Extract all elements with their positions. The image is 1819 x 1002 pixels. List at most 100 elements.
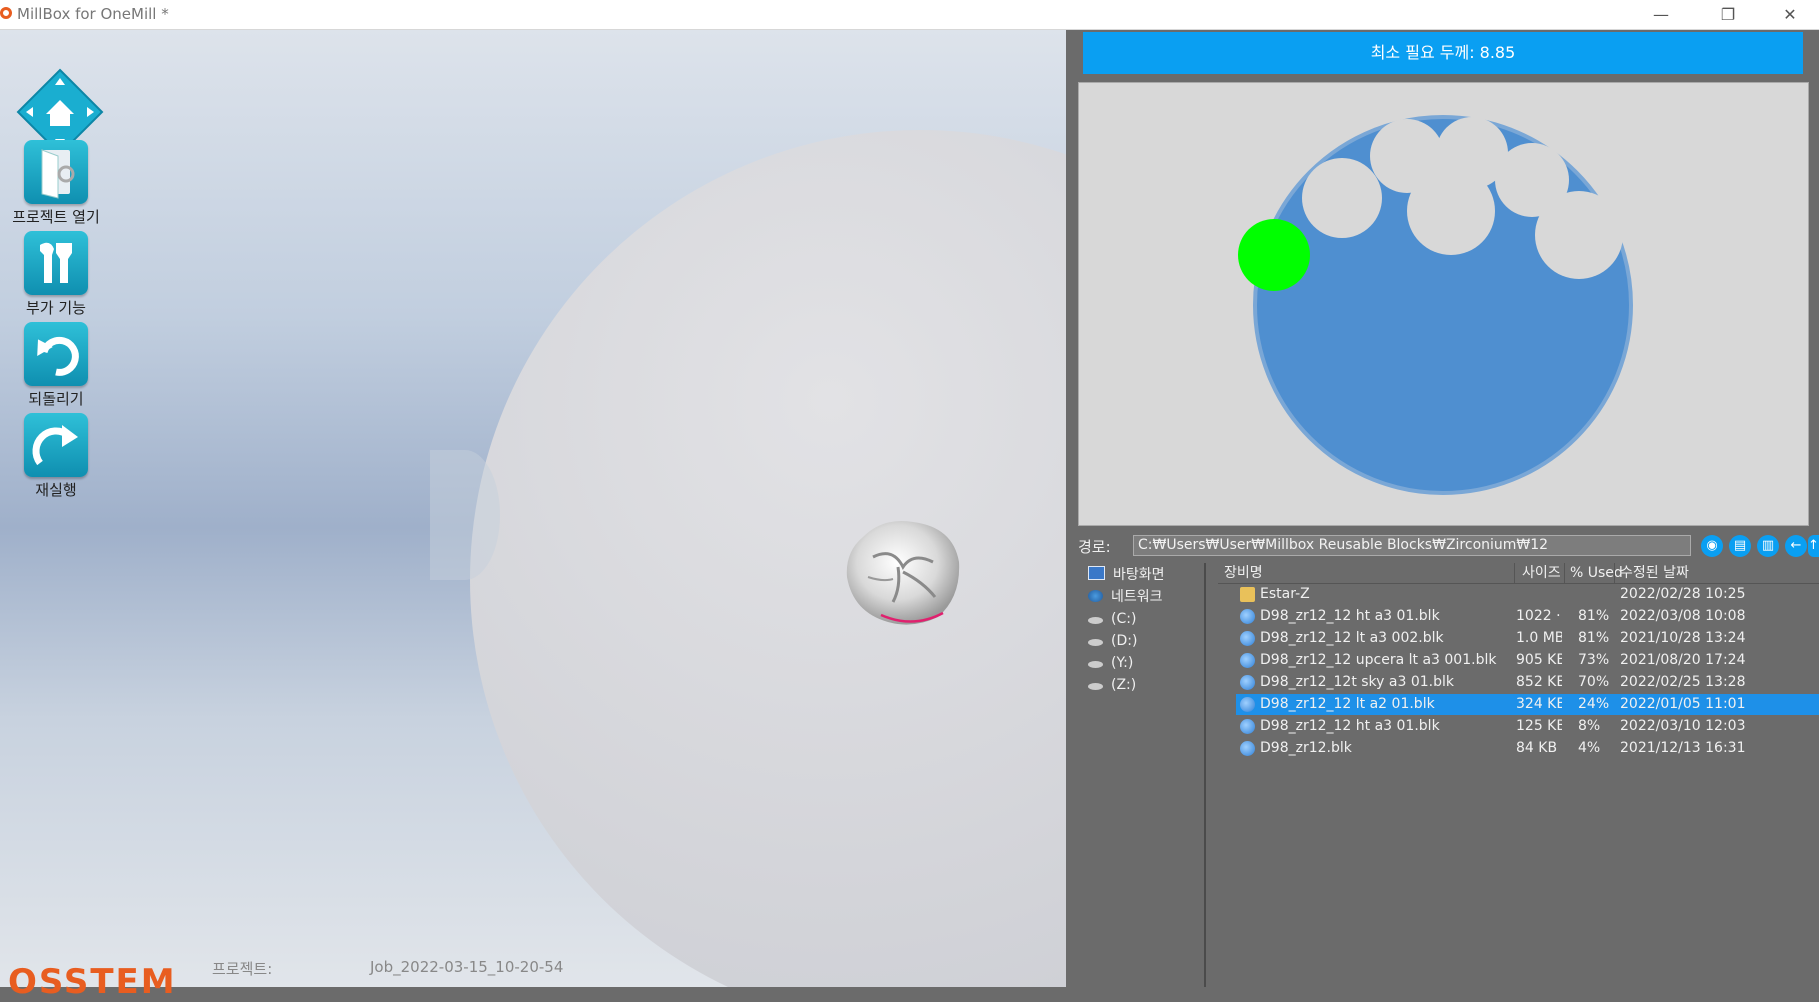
print-button[interactable]: ▤ — [1729, 535, 1751, 557]
desktop-icon — [1088, 566, 1105, 580]
open-project-label: 프로젝트 열기 — [6, 206, 106, 227]
up-button[interactable]: ↑ — [1808, 535, 1819, 557]
block-file-icon — [1240, 741, 1255, 756]
column-name[interactable]: 장비명 — [1224, 563, 1263, 583]
file-used: 81% — [1578, 606, 1609, 627]
file-name: D98_zr12_12 lt a2 01.blk — [1260, 694, 1435, 715]
delete-button[interactable]: ▥ — [1757, 535, 1779, 557]
block-preview[interactable] — [1078, 82, 1809, 526]
file-row[interactable]: Estar-Z2022/02/28 10:25 — [1236, 584, 1819, 605]
file-list-header: 장비명 사이즈 % Used 수정된 날짜 — [1218, 563, 1819, 584]
title-bar: MillBox for OneMill * — ❐ ✕ — [0, 0, 1819, 30]
file-used: 73% — [1578, 650, 1609, 671]
file-list: 장비명 사이즈 % Used 수정된 날짜 Estar-Z2022/02/28 … — [1218, 563, 1819, 987]
file-row-selected[interactable]: D98_zr12_12 lt a2 01.blk 324 KB 24% 2022/01… — [1236, 694, 1819, 715]
file-row[interactable]: D98_zr12_12 ht a3 01.blk 1022 ··· 81% 2022/… — [1236, 606, 1819, 627]
column-divider — [1514, 563, 1515, 583]
open-project-icon — [24, 140, 88, 204]
undo-icon — [24, 322, 88, 386]
undo-label: 되돌리기 — [6, 388, 106, 409]
minimize-button[interactable]: — — [1633, 0, 1689, 29]
file-size: 905 KB — [1516, 650, 1562, 671]
column-size[interactable]: 사이즈 — [1522, 563, 1561, 583]
file-name: D98_zr12_12 lt a3 002.blk — [1260, 628, 1444, 649]
block-panel: 최소 필요 두께: 8.85 경로: C:₩Users₩User₩Millbox… — [1066, 30, 1819, 987]
file-date: 2022/02/25 13:28 — [1620, 672, 1746, 693]
undo-button[interactable]: 되돌리기 — [6, 322, 106, 409]
redo-label: 재실행 — [6, 479, 106, 500]
block-usage-map — [1079, 83, 1808, 525]
file-name: D98_zr12_12 ht a3 01.blk — [1260, 716, 1440, 737]
block-file-icon — [1240, 675, 1255, 690]
column-divider — [1614, 563, 1615, 583]
osstem-logo: OSSTEM — [8, 962, 177, 1002]
file-row[interactable]: D98_zr12.blk 84 KB 4% 2021/12/13 16:31 — [1236, 738, 1819, 759]
file-size: 852 KB — [1516, 672, 1562, 693]
block-file-icon — [1240, 631, 1255, 646]
network-icon — [1088, 590, 1103, 602]
file-row[interactable]: D98_zr12_12 upcera lt a3 001.blk905 KB73… — [1236, 650, 1819, 671]
print-icon: ▤ — [1734, 538, 1746, 553]
project-label: 프로젝트: — [212, 958, 272, 979]
drive-icon — [1088, 683, 1103, 690]
tree-item-label: 바탕화면 — [1113, 567, 1165, 583]
path-label: 경로: — [1078, 536, 1111, 557]
file-size: 324 KB — [1516, 694, 1562, 715]
tree-item-drive-c[interactable]: (C:) — [1088, 609, 1136, 629]
redo-icon — [24, 413, 88, 477]
restore-button[interactable]: ❐ — [1700, 0, 1756, 29]
file-date: 2022/01/05 11:01 — [1620, 694, 1746, 715]
tree-item-label: 네트워크 — [1111, 589, 1163, 605]
redo-button[interactable]: 재실행 — [6, 413, 106, 500]
tools-label: 부가 기능 — [6, 297, 106, 318]
tree-item-label: (C:) — [1111, 611, 1136, 627]
file-used: 4% — [1578, 738, 1600, 759]
tree-item-network[interactable]: 네트워크 — [1088, 587, 1163, 607]
window-title: MillBox for OneMill * — [17, 5, 169, 23]
tools-icon — [24, 231, 88, 295]
project-name: Job_2022-03-15_10-20-54 — [370, 958, 563, 976]
file-row[interactable]: D98_zr12_12 ht a3 01.blk 125 KB 8% 2022/03/… — [1236, 716, 1819, 737]
block-file-icon — [1240, 609, 1255, 624]
min-thickness-banner: 최소 필요 두께: 8.85 — [1083, 32, 1803, 74]
tree-item-label: (Y:) — [1111, 655, 1133, 671]
column-date[interactable]: 수정된 날짜 — [1620, 563, 1689, 583]
delete-icon: ▥ — [1762, 538, 1774, 553]
file-row[interactable]: D98_zr12_12 lt a3 002.blk1.0 MB81%2021/1… — [1236, 628, 1819, 649]
file-date: 2022/03/10 12:03 — [1620, 716, 1746, 737]
tooth-crown-model[interactable] — [843, 517, 961, 627]
tree-item-drive-z[interactable]: (Z:) — [1088, 675, 1136, 695]
file-size: 125 KB — [1516, 716, 1562, 737]
up-arrow-icon: ↑ — [1808, 538, 1819, 553]
file-name: D98_zr12_12 ht a3 01.blk — [1260, 606, 1440, 627]
view-button[interactable]: ◉ — [1701, 535, 1723, 557]
file-size: 84 KB — [1516, 738, 1562, 759]
eye-icon: ◉ — [1706, 538, 1717, 553]
3d-viewport[interactable]: 프로젝트 열기 부가 기능 되돌리기 재실행 — [0, 30, 1066, 987]
file-date: 2022/03/08 10:08 — [1620, 606, 1746, 627]
tree-item-desktop[interactable]: 바탕화면 — [1088, 565, 1165, 585]
file-used: 81% — [1578, 628, 1609, 649]
block-sphere — [470, 130, 1066, 987]
file-used: 70% — [1578, 672, 1609, 693]
file-date: 2021/08/20 17:24 — [1620, 650, 1746, 671]
close-button[interactable]: ✕ — [1762, 0, 1818, 29]
file-name: D98_zr12_12t sky a3 01.blk — [1260, 672, 1454, 693]
drive-icon — [1088, 617, 1103, 624]
folder-tree: 바탕화면 네트워크 (C:) (D:) (Y:) (Z:) — [1080, 563, 1206, 987]
tree-item-drive-d[interactable]: (D:) — [1088, 631, 1137, 651]
file-name: Estar-Z — [1260, 584, 1310, 605]
file-date: 2021/12/13 16:31 — [1620, 738, 1746, 759]
file-used: 24% — [1578, 694, 1609, 715]
tree-item-drive-y[interactable]: (Y:) — [1088, 653, 1133, 673]
path-input[interactable]: C:₩Users₩User₩Millbox Reusable Blocks₩Zi… — [1133, 535, 1691, 556]
tools-button[interactable]: 부가 기능 — [6, 231, 106, 318]
open-project-button[interactable]: 프로젝트 열기 — [6, 140, 106, 227]
tree-item-label: (D:) — [1111, 633, 1137, 649]
back-button[interactable]: ← — [1785, 535, 1807, 557]
file-size: 1022 ··· — [1516, 606, 1562, 627]
file-used: 8% — [1578, 716, 1600, 737]
file-name: D98_zr12.blk — [1260, 738, 1352, 759]
file-row[interactable]: D98_zr12_12t sky a3 01.blk 852 KB 70% 2022/… — [1236, 672, 1819, 693]
file-date: 2021/10/28 13:24 — [1620, 628, 1746, 649]
